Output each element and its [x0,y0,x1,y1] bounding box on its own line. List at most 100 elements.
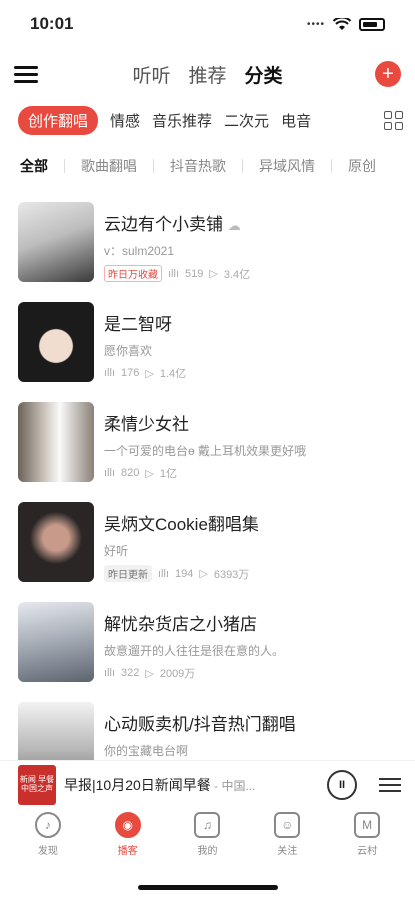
item-meta: ıllı 820 ▷ 1亿 [104,465,306,481]
item-subtitle: 故意遛开的人往往是很在意的人。 [104,644,285,658]
home-indicator [137,885,278,890]
subcategory-douyin[interactable]: 抖音热歌 [170,156,226,176]
item-info: 吴炳文Cookie翻唱集 好听 昨日更新 ıllı 194 ▷ 6393万 [104,502,259,594]
program-count: 176 [121,367,140,379]
bottom-nav: ♪ 发现 ◉ 播客 ♫ 我的 ☺ 关注 M 云村 [0,812,415,868]
status-badge: 昨日万收藏 [104,265,162,282]
podcast-icon: ◉ [114,812,141,838]
item-meta: ıllı 176 ▷ 1.4亿 [104,365,186,381]
item-title: 心动贩卖机/抖音热门翻唱 [104,715,296,734]
nav-label: 播客 [117,846,138,857]
top-tabs: 听听 推荐 分类 [0,61,415,88]
nav-cloud-village[interactable]: M 云村 [337,812,397,868]
program-count: 820 [121,467,140,479]
divider [242,159,243,173]
mini-player[interactable]: 新闻 早餐 中国之声 早报|10月20日新闻早餐 - 中国... II [0,760,415,808]
thumbnail [18,602,94,682]
subcategory-row: 全部 歌曲翻唱 抖音热歌 异域风情 原创 [0,144,415,188]
item-meta: 昨日更新 ıllı 194 ▷ 6393万 [104,565,259,582]
category-cover[interactable]: 创作翻唱 [18,105,99,135]
subcategory-all[interactable]: 全部 [20,156,48,176]
list-item[interactable]: 是二智呀 愿你喜欢 ıllı 176 ▷ 1.4亿 [0,298,415,398]
audio-wave-icon: ıllı [158,567,169,580]
top-nav: 听听 推荐 分类 + [0,48,415,100]
album-cover[interactable]: 新闻 早餐 中国之声 [18,764,56,805]
item-info: 是二智呀 愿你喜欢 ıllı 176 ▷ 1.4亿 [104,302,186,394]
audio-wave-icon: ıllı [168,267,179,280]
list-item[interactable]: 解忧杂货店之小猪店 故意遛开的人往往是很在意的人。 ıllı 322 ▷ 200… [0,598,415,698]
playlist-icon[interactable] [379,777,401,792]
item-title: 柔情少女社 [104,415,189,434]
nav-label: 云村 [357,846,378,857]
thumbnail [18,202,94,282]
category-electronic[interactable]: 电音 [281,110,311,131]
tab-recommend[interactable]: 推荐 [188,61,226,88]
thumbnail [18,502,94,582]
now-playing-title[interactable]: 早报|10月20日新闻早餐 - 中国... [64,775,255,795]
add-icon[interactable]: + [375,61,401,87]
status-bar: 10:01 •••• [0,0,415,48]
nav-discover[interactable]: ♪ 发现 [18,812,78,868]
item-subtitle: 一个可爱的电台ө 戴上耳机效果更好哦 [104,444,307,458]
list-item[interactable]: 吴炳文Cookie翻唱集 好听 昨日更新 ıllı 194 ▷ 6393万 [0,498,415,598]
cloud-icon: ☁ [227,218,241,233]
music-disc-icon: ♪ [34,812,61,838]
program-count: 519 [185,267,204,280]
grid-icon[interactable] [384,110,403,130]
item-subtitle: 你的宝藏电台啊 [104,744,189,758]
nav-label: 关注 [277,846,298,857]
subcategory-original[interactable]: 原创 [348,156,376,176]
status-badge: 昨日更新 [104,565,152,582]
signal-icon: •••• [306,18,325,30]
subcategory-exotic[interactable]: 异域风情 [259,156,315,176]
category-emotion[interactable]: 情感 [110,110,140,131]
item-info: 解忧杂货店之小猪店 故意遛开的人往往是很在意的人。 ıllı 322 ▷ 200… [104,602,284,694]
radio-list: 云边有个小卖铺 ☁ v：sulm2021 昨日万收藏 ıllı 519 ▷ 3.… [0,198,415,798]
audio-wave-icon: ıllı [104,467,115,479]
item-title: 云边有个小卖铺 ☁ [104,215,241,234]
nav-label: 发现 [37,846,58,857]
item-subtitle: v：sulm2021 [104,244,175,258]
play-count: 2009万 [159,668,196,680]
item-title: 是二智呀 [104,315,172,334]
play-icon: ▷ [209,268,218,280]
divider [153,159,154,173]
menu-icon[interactable] [14,65,38,83]
tab-listen[interactable]: 听听 [132,61,170,88]
nav-follow[interactable]: ☺ 关注 [257,812,317,868]
status-time: 10:01 [30,14,74,33]
pause-button[interactable]: II [327,769,357,800]
program-count: 194 [175,567,194,580]
play-icon: ▷ [145,667,154,680]
item-meta: 昨日万收藏 ıllı 519 ▷ 3.4亿 [104,265,250,282]
divider [64,159,65,173]
nav-mine[interactable]: ♫ 我的 [177,812,237,868]
play-count: 6393万 [213,568,250,581]
item-info: 柔情少女社 一个可爱的电台ө 戴上耳机效果更好哦 ıllı 820 ▷ 1亿 [104,402,306,494]
list-item[interactable]: 云边有个小卖铺 ☁ v：sulm2021 昨日万收藏 ıllı 519 ▷ 3.… [0,198,415,298]
tab-category[interactable]: 分类 [245,61,283,88]
program-count: 322 [121,667,140,679]
wifi-icon [333,17,351,30]
music-note-icon: ♫ [194,812,221,838]
play-count: 1.4亿 [159,368,187,380]
list-item[interactable]: 柔情少女社 一个可爱的电台ө 戴上耳机效果更好哦 ıllı 820 ▷ 1亿 [0,398,415,498]
thumbnail [18,402,94,482]
cloud-village-icon: M [354,812,381,838]
subcategory-song-cover[interactable]: 歌曲翻唱 [81,156,137,176]
category-music[interactable]: 音乐推荐 [152,110,212,131]
nav-label: 我的 [197,846,218,857]
audio-wave-icon: ıllı [104,667,115,679]
user-icon: ☺ [274,812,301,838]
item-title: 解忧杂货店之小猪店 [104,615,257,634]
play-icon: ▷ [145,467,154,480]
item-subtitle: 好听 [104,544,129,558]
item-info: 云边有个小卖铺 ☁ v：sulm2021 昨日万收藏 ıllı 519 ▷ 3.… [104,202,250,294]
divider [331,159,332,173]
category-row: 创作翻唱 情感 音乐推荐 二次元 电音 [0,100,415,140]
category-acg[interactable]: 二次元 [224,110,269,131]
nav-podcast[interactable]: ◉ 播客 [98,812,158,868]
audio-wave-icon: ıllı [104,367,115,379]
item-meta: ıllı 322 ▷ 2009万 [104,665,284,681]
play-icon: ▷ [145,367,154,380]
